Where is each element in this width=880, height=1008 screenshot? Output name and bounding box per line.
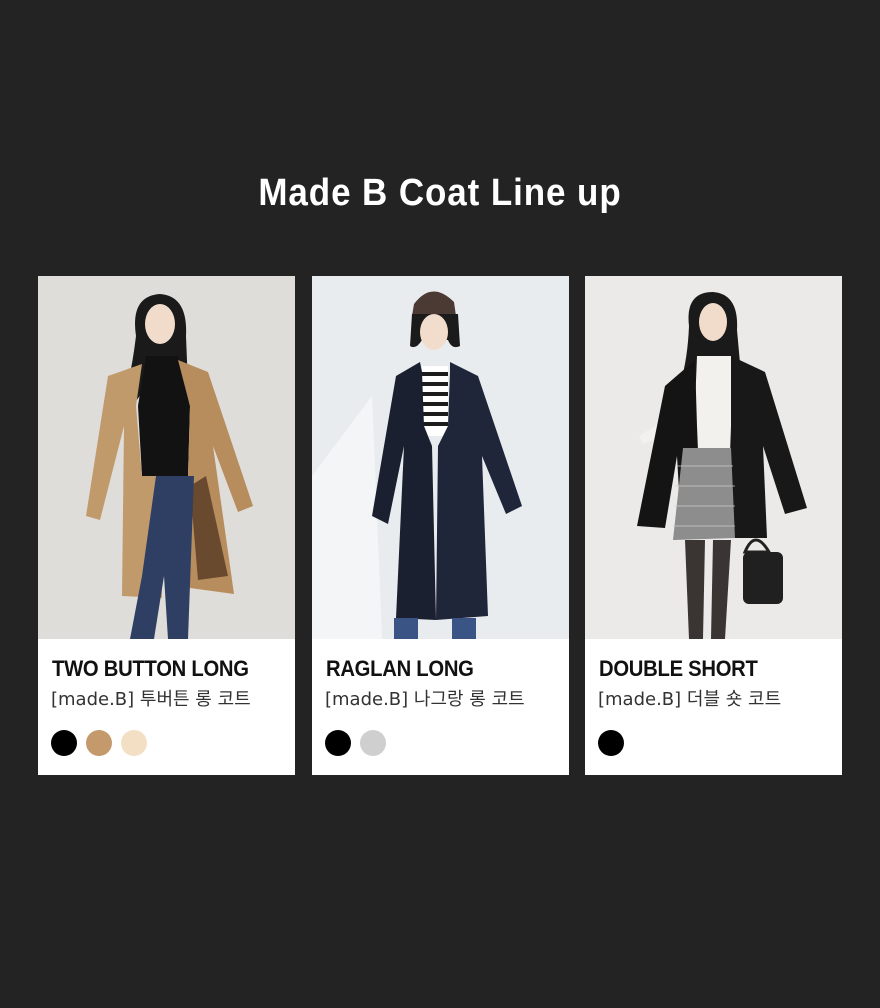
product-subtitle: [made.B] 더블 숏 코트 — [598, 689, 782, 710]
page-title: Made B Coat Line up — [258, 172, 622, 214]
product-photo[interactable] — [312, 276, 569, 639]
color-swatch-beige[interactable] — [121, 730, 147, 756]
color-swatches — [598, 730, 624, 756]
model-camel-coat-photo — [38, 276, 295, 639]
product-list: TWO BUTTON LONG [made.B] 투버튼 롱 코트 RAGLAN… — [38, 276, 842, 775]
color-swatch-camel[interactable] — [86, 730, 112, 756]
color-swatch-gray[interactable] — [360, 730, 386, 756]
product-card-two-button-long[interactable]: TWO BUTTON LONG [made.B] 투버튼 롱 코트 — [38, 276, 295, 775]
product-name[interactable]: TWO BUTTON LONG — [52, 656, 249, 682]
product-photo[interactable] — [585, 276, 842, 639]
product-card-raglan-long[interactable]: RAGLAN LONG [made.B] 나그랑 롱 코트 — [312, 276, 569, 775]
product-subtitle: [made.B] 투버튼 롱 코트 — [51, 689, 251, 710]
model-black-short-coat-photo — [585, 276, 842, 639]
color-swatches — [51, 730, 147, 756]
model-black-long-coat-photo — [312, 276, 569, 639]
product-subtitle: [made.B] 나그랑 롱 코트 — [325, 689, 525, 710]
product-name[interactable]: DOUBLE SHORT — [599, 656, 758, 682]
product-photo[interactable] — [38, 276, 295, 639]
color-swatches — [325, 730, 386, 756]
color-swatch-black[interactable] — [598, 730, 624, 756]
page: Made B Coat Line up TWO BUTTON LONG [mad… — [0, 0, 880, 1008]
product-name[interactable]: RAGLAN LONG — [326, 656, 474, 682]
color-swatch-black[interactable] — [51, 730, 77, 756]
product-card-double-short[interactable]: DOUBLE SHORT [made.B] 더블 숏 코트 — [585, 276, 842, 775]
color-swatch-black[interactable] — [325, 730, 351, 756]
